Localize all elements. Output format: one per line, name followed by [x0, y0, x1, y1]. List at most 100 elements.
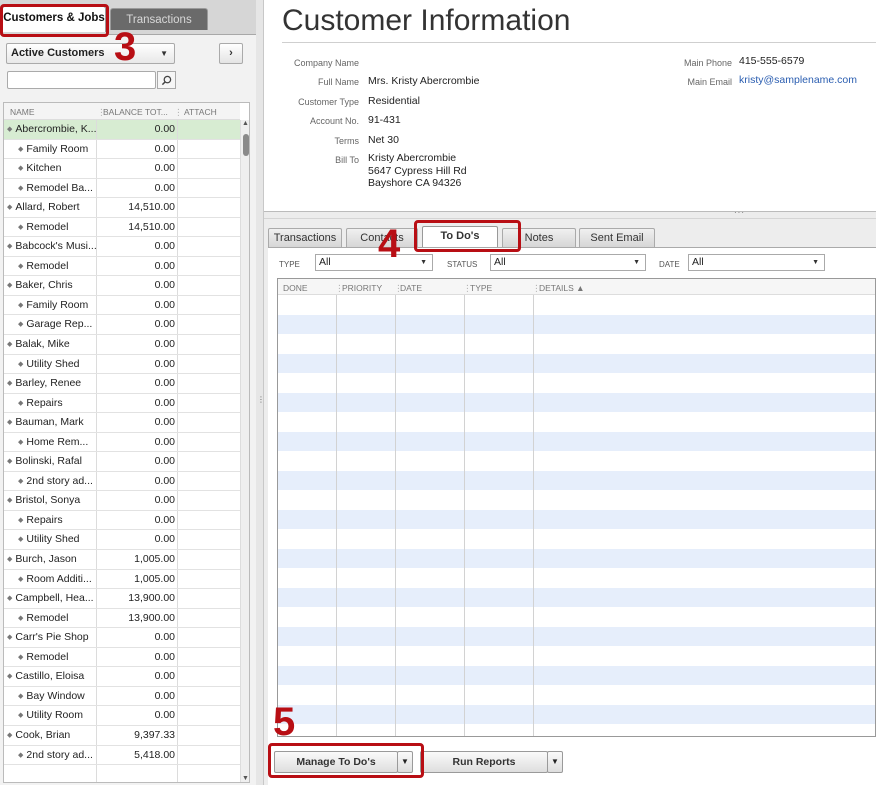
tab-todos[interactable]: To Do's — [422, 226, 498, 248]
customer-row[interactable] — [4, 765, 240, 782]
diamond-icon: ◆ — [18, 399, 24, 407]
todo-row[interactable] — [278, 353, 875, 373]
customer-row[interactable]: ◆ Cook, Brian 9,397.33 — [4, 725, 240, 746]
customer-filter-value: Active Customers — [11, 47, 105, 59]
customer-name-cell: ◆ Carr's Pie Shop — [4, 628, 97, 647]
todo-row[interactable] — [278, 587, 875, 607]
customer-row[interactable]: ◆ Utility Shed 0.00 — [4, 354, 240, 375]
column-header-attach[interactable]: ATTACH — [184, 107, 217, 117]
customer-row[interactable]: ◆ Utility Room 0.00 — [4, 706, 240, 726]
customer-row[interactable]: ◆ Bauman, Mark 0.00 — [4, 413, 240, 433]
customer-balance: 1,005.00 — [98, 569, 178, 589]
todo-row[interactable] — [278, 509, 875, 529]
customer-row[interactable]: ◆ Family Room 0.00 — [4, 139, 240, 160]
date-filter-select[interactable]: All ▼ — [688, 254, 825, 271]
todo-row[interactable] — [278, 626, 875, 646]
full-name-value: Mrs. Kristy Abercrombie — [368, 75, 480, 87]
todo-row[interactable] — [278, 665, 875, 685]
customer-row[interactable]: ◆ Castillo, Eloisa 0.00 — [4, 667, 240, 687]
manage-todos-button[interactable]: Manage To Do's — [274, 751, 398, 773]
column-header-date[interactable]: DATE — [400, 283, 422, 293]
customer-name-cell: ◆ Kitchen — [4, 159, 97, 178]
column-header-priority[interactable]: PRIORITY — [342, 283, 382, 293]
customer-balance — [98, 765, 178, 782]
diamond-icon: ◆ — [18, 575, 24, 583]
customer-row[interactable]: ◆ Babcock's Musi... 0.00 — [4, 237, 240, 257]
terms-label: Terms — [334, 136, 360, 146]
customer-row[interactable]: ◆ Bay Window 0.00 — [4, 686, 240, 707]
main-email-link[interactable]: kristy@samplename.com — [739, 74, 857, 86]
column-header-name[interactable]: NAME — [10, 107, 35, 117]
customer-row[interactable]: ◆ Baker, Chris 0.00 — [4, 276, 240, 296]
customer-balance: 9,397.33 — [98, 725, 178, 745]
customer-row[interactable]: ◆ Burch, Jason 1,005.00 — [4, 550, 240, 570]
todo-row[interactable] — [278, 548, 875, 568]
customer-row[interactable]: ◆ Garage Rep... 0.00 — [4, 315, 240, 336]
customer-row[interactable]: ◆ Bolinski, Rafal 0.00 — [4, 452, 240, 472]
customer-row[interactable]: ◆ Remodel Ba... 0.00 — [4, 178, 240, 199]
customer-row[interactable]: ◆ Home Rem... 0.00 — [4, 432, 240, 453]
info-splitter[interactable]: ··· — [264, 208, 876, 219]
grid-column-line — [464, 295, 465, 736]
customer-row[interactable]: ◆ Remodel 0.00 — [4, 647, 240, 668]
column-header-balance[interactable]: BALANCE TOT... — [103, 107, 168, 117]
customer-row[interactable]: ◆ 2nd story ad... 5,418.00 — [4, 745, 240, 766]
scroll-up-icon[interactable]: ▲ — [242, 120, 249, 127]
panel-splitter[interactable]: ⋮ — [256, 0, 265, 785]
customer-name-cell: ◆ Bolinski, Rafal — [4, 452, 97, 471]
customer-row[interactable]: ◆ Carr's Pie Shop 0.00 — [4, 628, 240, 648]
tab-contacts[interactable]: Contacts — [346, 228, 418, 247]
customer-row[interactable]: ◆ Campbell, Hea... 13,900.00 — [4, 589, 240, 609]
customer-row[interactable]: ◆ Repairs 0.00 — [4, 393, 240, 414]
status-filter-select[interactable]: All ▼ — [490, 254, 646, 271]
tab-customers-jobs[interactable]: Customers & Jobs — [2, 6, 106, 32]
scroll-down-icon[interactable]: ▼ — [242, 775, 249, 782]
customer-name-cell: ◆ 2nd story ad... — [4, 471, 97, 491]
customer-row[interactable]: ◆ Bristol, Sonya 0.00 — [4, 491, 240, 511]
account-no-label: Account No. — [309, 116, 359, 126]
column-header-type[interactable]: TYPE — [470, 283, 492, 293]
todo-row[interactable] — [278, 470, 875, 490]
customer-row[interactable]: ◆ 2nd story ad... 0.00 — [4, 471, 240, 492]
customer-row[interactable]: ◆ Room Additi... 1,005.00 — [4, 569, 240, 590]
customer-search-input[interactable] — [7, 71, 156, 89]
todo-row[interactable] — [278, 431, 875, 451]
customer-row[interactable]: ◆ Remodel 13,900.00 — [4, 608, 240, 629]
customer-row[interactable]: ◆ Balak, Mike 0.00 — [4, 335, 240, 355]
search-button[interactable] — [157, 71, 176, 89]
customer-row[interactable]: ◆ Barley, Renee 0.00 — [4, 374, 240, 394]
tab-transactions-left[interactable]: Transactions — [110, 8, 208, 30]
customer-list-scrollbar[interactable]: ▲ ▼ — [240, 120, 249, 782]
customer-row[interactable]: ◆ Family Room 0.00 — [4, 295, 240, 316]
customer-row[interactable]: ◆ Remodel 0.00 — [4, 256, 240, 277]
run-reports-dropdown[interactable]: ▼ — [547, 751, 563, 773]
todo-row[interactable] — [278, 704, 875, 724]
scroll-thumb[interactable] — [243, 134, 249, 156]
todo-row[interactable] — [278, 392, 875, 412]
manage-todos-dropdown[interactable]: ▼ — [397, 751, 413, 773]
tab-transactions[interactable]: Transactions — [268, 228, 342, 247]
column-header-details[interactable]: DETAILS ▲ — [539, 283, 585, 293]
type-filter-select[interactable]: All ▼ — [315, 254, 433, 271]
customer-row[interactable]: ◆ Allard, Robert 14,510.00 — [4, 198, 240, 218]
diamond-icon: ◆ — [7, 497, 13, 505]
grid-column-line — [336, 295, 337, 736]
customer-row[interactable]: ◆ Utility Shed 0.00 — [4, 530, 240, 551]
customer-row[interactable]: ◆ Kitchen 0.00 — [4, 159, 240, 179]
customer-name: 2nd story ad... — [26, 748, 93, 761]
customer-name-cell: ◆ Remodel — [4, 647, 97, 667]
customer-name: Bolinski, Rafal — [15, 455, 82, 468]
run-reports-button[interactable]: Run Reports — [420, 751, 548, 773]
customer-row[interactable]: ◆ Remodel 14,510.00 — [4, 217, 240, 238]
customer-name: Kitchen — [26, 162, 62, 175]
customer-row[interactable]: ◆ Repairs 0.00 — [4, 510, 240, 531]
todo-row[interactable] — [278, 314, 875, 334]
customer-name-cell: ◆ Campbell, Hea... — [4, 589, 97, 608]
column-header-done[interactable]: DONE — [283, 283, 308, 293]
customer-filter-select[interactable]: Active Customers ▼ — [6, 43, 175, 64]
customer-row[interactable]: ◆ Abercrombie, K... 0.00 — [4, 120, 240, 140]
tab-sent-email[interactable]: Sent Email — [579, 228, 655, 247]
diamond-icon: ◆ — [7, 341, 13, 349]
expand-panel-button[interactable]: › — [219, 43, 243, 64]
tab-notes[interactable]: Notes — [502, 228, 576, 247]
